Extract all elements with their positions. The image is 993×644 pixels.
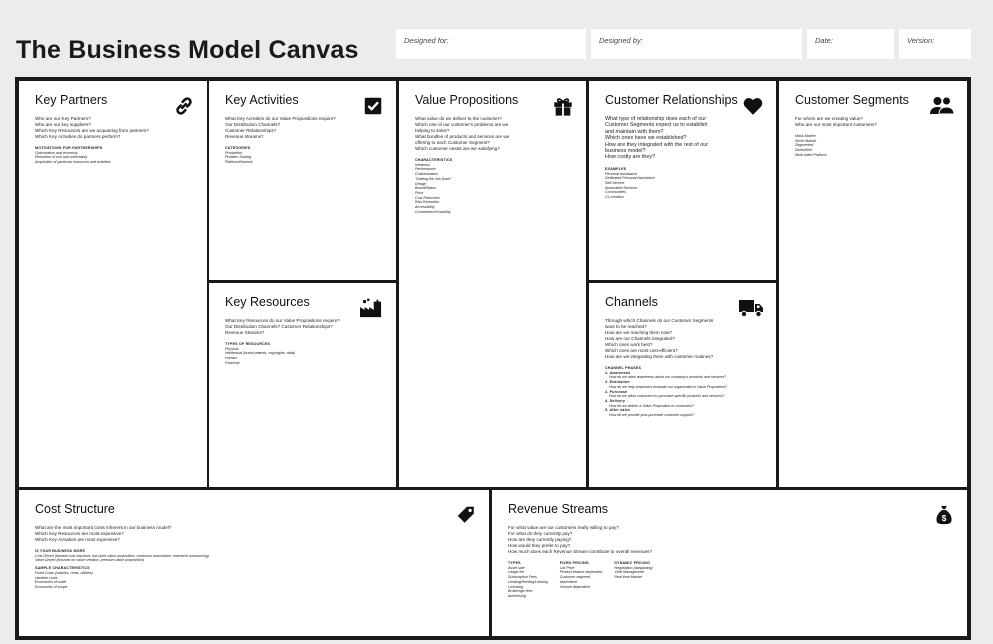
section: EXAMPLES Personal assistance Dedicated Pe…	[605, 167, 762, 200]
gift-icon	[554, 98, 572, 117]
list-line: Platform/Network	[225, 160, 253, 165]
section: CHANNEL PHASES 1. Awareness How do we rai…	[605, 366, 762, 418]
section-items: Physical Intellectual (brand patents, cop…	[225, 347, 382, 366]
list-line: Co-creation	[605, 195, 624, 200]
list-line: How much does each Revenue Stream contri…	[508, 549, 653, 554]
key-partners-block[interactable]: Key Partners Who are our Key Partners? Wh…	[19, 81, 207, 487]
revenue-columns: TYPES Asset sale Usage fee Subscription Fee…	[508, 561, 953, 599]
date-label: Date:	[815, 36, 833, 45]
revenue-column: FIXED PRICING List Price Product feature d…	[560, 561, 603, 599]
questions: For whom are we creating value? Who are o…	[795, 116, 953, 128]
list-line: How costly are they?	[605, 154, 656, 161]
designed-for-label: Designed for:	[404, 36, 449, 45]
list-line: Lending/Renting/Leasing	[508, 579, 548, 584]
value-propositions-block[interactable]: Value Propositions What value do we deli…	[399, 81, 586, 487]
column-title: DYNAMIC PRICING	[614, 561, 651, 565]
list-line: Financial	[225, 360, 240, 365]
questions: Through which Channels do our Customer S…	[605, 318, 762, 360]
questions: What value do we deliver to the customer…	[415, 116, 572, 152]
section: TYPES OF RESOURCES Physical Intellectual …	[225, 342, 382, 366]
list-line: Advertising	[508, 593, 526, 598]
questions: What are the most important costs inhere…	[35, 525, 475, 543]
page-title: The Business Model Canvas	[16, 36, 359, 64]
list-line: Value Driven (focused on value creation,…	[35, 558, 144, 563]
link-icon	[176, 97, 192, 115]
customer-segments-block[interactable]: Customer Segments For whom are we creati…	[779, 81, 967, 487]
revenue-column: DYNAMIC PRICING Negotiation (bargaining) Y…	[614, 561, 652, 599]
people-icon	[930, 96, 955, 115]
checkbox-icon	[364, 97, 382, 115]
list-line: Volume dependent	[559, 584, 590, 589]
questions: What Key Activities do our Value Proposi…	[225, 116, 382, 140]
section-items: Cost Driven (leanest cost structure, low…	[35, 554, 475, 563]
heart-icon	[743, 98, 763, 115]
questions: Who are our Key Partners? Who are our key…	[35, 116, 193, 140]
list-line: Who are our most important customers?	[795, 122, 877, 127]
list-line: Economies of scope	[35, 584, 68, 589]
factory-icon	[360, 298, 382, 318]
designed-for-field[interactable]: Designed for:	[396, 29, 586, 59]
section-items: Newness Performance Customization "Getting …	[415, 163, 572, 215]
list-line: Which customer needs are we satisfying?	[415, 146, 500, 151]
customer-relationships-block[interactable]: Customer Relationships What type of rela…	[589, 81, 776, 280]
block-title: Value Propositions	[415, 93, 519, 107]
list-line: How are we integrating them with custome…	[605, 354, 714, 359]
money-bag-icon: $	[936, 505, 952, 525]
truck-icon	[739, 300, 763, 318]
channel-phases: 1. Awareness How do we raise awareness ab…	[605, 371, 762, 418]
questions: What type of relationship does each of o…	[605, 116, 762, 161]
designed-by-label: Designed by:	[599, 36, 643, 45]
section-items: Production Problem Solving Platform/Networ…	[225, 151, 382, 165]
version-label: Version:	[907, 36, 935, 45]
list-line: Multi-sided Platform	[795, 152, 827, 157]
list-line: Which Key Activities are most expensive?	[35, 537, 120, 542]
list-line: Revenue Streams?	[225, 330, 265, 335]
list-line: Acquisition of particular resources and …	[35, 160, 111, 165]
section-items: Optimization and economy Reduction of ris…	[35, 151, 193, 165]
questions: What Key Resources do our Value Proposit…	[225, 318, 382, 336]
section: MOTIVATIONS FOR PARTNERSHIPS Optimizatio…	[35, 146, 193, 165]
date-field[interactable]: Date:	[807, 29, 894, 59]
designed-by-field[interactable]: Designed by:	[591, 29, 802, 59]
section-items: Personal assistance Dedicated Personal As…	[605, 172, 762, 200]
revenue-column: TYPES Asset sale Usage fee Subscription Fee…	[508, 561, 548, 599]
block-title: Cost Structure	[35, 502, 115, 516]
section-items: Fixed Costs (salaries, rents, utilities)…	[35, 571, 475, 590]
section: CHARACTERISTICS Newness Performance Custom…	[415, 158, 572, 214]
tag-icon	[457, 506, 474, 523]
key-resources-block[interactable]: Key Resources What Key Resources do our …	[209, 283, 396, 487]
list-line: Which Key Activities do partners perform…	[35, 134, 121, 139]
section-items: Mass Market Niche Market Segmented Diversif…	[795, 134, 953, 158]
canvas-board: Key Partners Who are our Key Partners? Wh…	[15, 77, 971, 640]
block-title: Customer Relationships	[605, 93, 738, 107]
phase-detail: How do we provide post-purchase customer…	[609, 413, 695, 418]
block-title: Revenue Streams	[508, 502, 609, 516]
section: IS YOUR BUSINESS MORE Cost Driven (leane…	[35, 549, 475, 563]
version-field[interactable]: Version:	[899, 29, 971, 59]
list-line: Real-time-Market	[614, 575, 642, 580]
list-line: Revenue streams?	[225, 134, 264, 139]
cost-structure-block[interactable]: Cost Structure What are the most importa…	[19, 490, 489, 636]
revenue-streams-block[interactable]: Revenue Streams For what value are our c…	[492, 490, 967, 636]
section: CATEGORIES Production Problem Solving Plat…	[225, 146, 382, 165]
key-activities-block[interactable]: Key Activities What Key Activities do ou…	[209, 81, 396, 280]
svg-text:$: $	[942, 514, 947, 523]
channels-block[interactable]: Channels Through which Channels do our C…	[589, 283, 776, 487]
block-title: Key Partners	[35, 93, 108, 107]
list-line: Convenience/Usability	[415, 209, 451, 214]
section: SAMPLE CHARACTERISTICS Fixed Costs (sala…	[35, 566, 475, 590]
block-title: Key Activities	[225, 93, 299, 107]
questions: For what value are our customers really …	[508, 525, 953, 555]
